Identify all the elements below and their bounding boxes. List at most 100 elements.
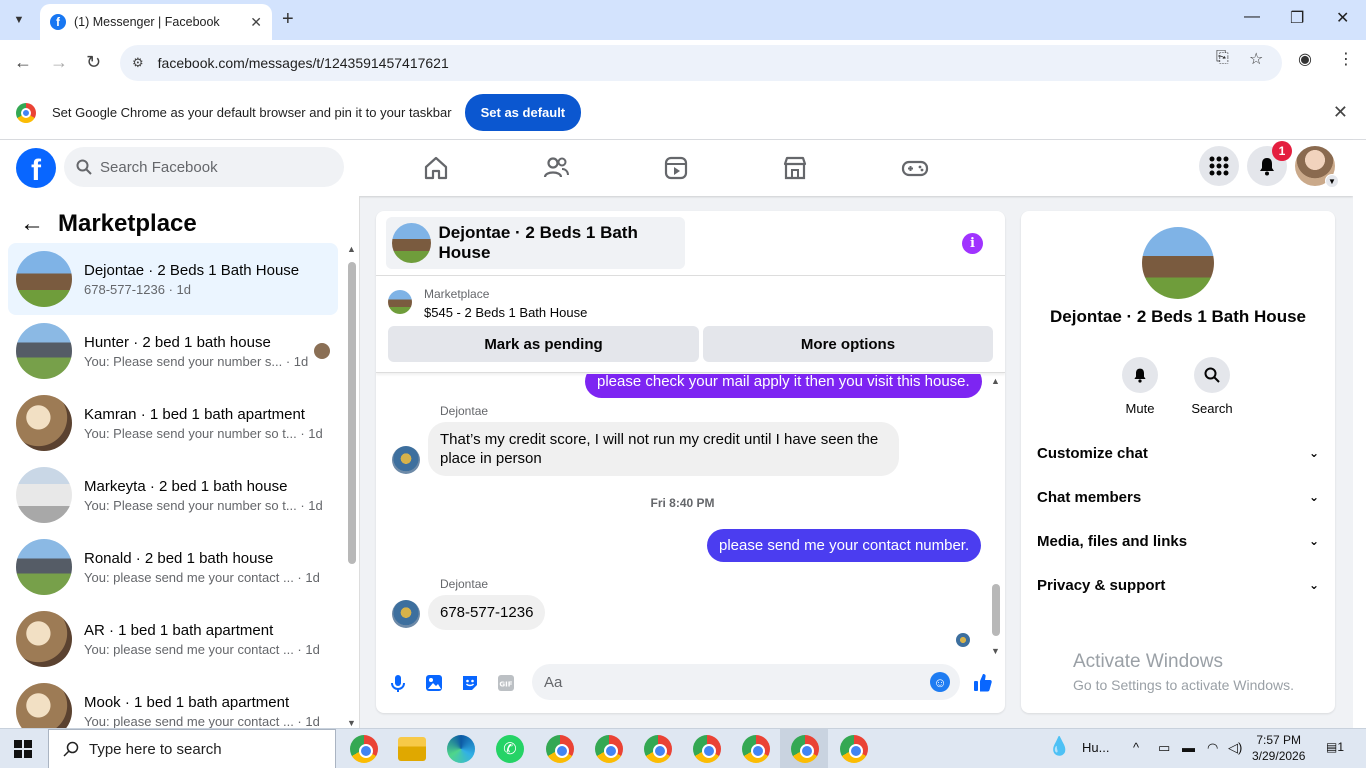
conversation-item[interactable]: Kamran · 1 bed 1 bath apartment You: Plea… [8, 387, 338, 459]
conversation-item[interactable]: Dejontae · 2 Beds 1 Bath House 678-577-12… [8, 243, 338, 315]
edge-icon[interactable] [447, 735, 475, 763]
chat-members-section[interactable]: Chat members ⌄ [1037, 475, 1319, 519]
chrome-taskbar-icon[interactable] [791, 735, 819, 763]
infobar-close-icon[interactable]: ✕ [1333, 102, 1348, 123]
sender-avatar[interactable] [392, 446, 420, 474]
outgoing-message[interactable]: please check your mail apply it then you… [585, 374, 982, 398]
customize-chat-section[interactable]: Customize chat ⌄ [1037, 431, 1319, 475]
chrome-taskbar-icon[interactable] [840, 735, 868, 763]
facebook-search-input[interactable]: Search Facebook [64, 147, 344, 187]
conversation-item[interactable]: Hunter · 2 bed 1 bath house You: Please s… [8, 315, 338, 387]
device-icon[interactable]: ▭ [1158, 740, 1170, 756]
conversation-name: Hunter · 2 bed 1 bath house [84, 333, 271, 351]
taskbar-search-input[interactable]: Type here to search [48, 729, 336, 768]
weather-icon[interactable]: 💧 [1048, 736, 1070, 757]
chrome-taskbar-icon[interactable] [546, 735, 574, 763]
page-scrollbar[interactable] [1353, 140, 1366, 728]
facebook-logo-icon[interactable]: f [16, 148, 56, 188]
message-input[interactable]: Aa ☺ [532, 664, 960, 700]
photo-icon[interactable] [424, 673, 444, 693]
forward-button[interactable]: → [50, 52, 68, 73]
site-info-icon[interactable]: ⚙ [132, 55, 144, 71]
scroll-down-icon[interactable]: ▼ [991, 646, 1000, 656]
conversation-preview: You: please send me your contact ... · 1… [84, 713, 320, 729]
media-files-links-section[interactable]: Media, files and links ⌄ [1037, 519, 1319, 563]
window-close-button[interactable]: ✕ [1336, 8, 1349, 28]
back-button[interactable]: ← [14, 52, 32, 73]
marketplace-icon[interactable] [781, 154, 809, 182]
weather-text[interactable]: Hu... [1082, 740, 1109, 755]
scrollbar-thumb[interactable] [348, 262, 356, 564]
tab-close-icon[interactable]: ✕ [250, 14, 262, 31]
chrome-taskbar-icon[interactable] [742, 735, 770, 763]
browser-tab[interactable]: f (1) Messenger | Facebook ✕ [40, 4, 272, 40]
menu-grid-button[interactable] [1199, 146, 1239, 186]
show-hidden-icons-icon[interactable]: ^ [1133, 740, 1139, 755]
home-icon[interactable] [422, 154, 450, 182]
install-app-icon[interactable]: ⎘ [1216, 49, 1229, 67]
video-icon[interactable] [662, 154, 690, 182]
chat-header[interactable]: Dejontae · 2 Beds 1 Bath House [386, 217, 685, 269]
conversation-item[interactable]: Mook · 1 bed 1 bath apartment You: please… [8, 675, 338, 728]
volume-icon[interactable]: ◁) [1228, 740, 1242, 756]
chat-scrollbar[interactable]: ▲ ▼ [989, 374, 1001, 656]
chrome-menu-icon[interactable]: ⋮ [1338, 49, 1354, 69]
mute-button[interactable]: Mute [1110, 357, 1170, 416]
account-avatar[interactable]: ▼ [1295, 146, 1339, 188]
taskbar-clock[interactable]: 7:57 PM 3/29/2026 [1252, 732, 1305, 764]
conversation-item[interactable]: Ronald · 2 bed 1 bath house You: please s… [8, 531, 338, 603]
gif-icon[interactable]: GIF [496, 673, 516, 693]
emoji-icon[interactable]: ☺ [930, 672, 950, 692]
listing-price[interactable]: $545 - 2 Beds 1 Bath House [424, 305, 587, 320]
info-icon[interactable]: i [962, 233, 983, 254]
search-conversation-button[interactable]: Search [1182, 357, 1242, 416]
incoming-message[interactable]: 678-577-1236 [428, 595, 546, 630]
friends-icon[interactable] [542, 154, 570, 182]
windows-start-icon[interactable] [14, 740, 32, 758]
microphone-icon[interactable] [388, 673, 408, 693]
thumbs-up-icon[interactable] [972, 671, 994, 693]
default-browser-infobar: Set Google Chrome as your default browse… [0, 86, 1366, 140]
wifi-icon[interactable]: ◠ [1207, 740, 1218, 756]
incoming-message[interactable]: That’s my credit score, I will not run m… [428, 422, 899, 476]
conversation-item[interactable]: Markeyta · 2 bed 1 bath house You: Please… [8, 459, 338, 531]
chevron-down-icon: ⌄ [1308, 534, 1319, 548]
restore-button[interactable]: ❐ [1290, 8, 1304, 28]
outgoing-message[interactable]: please send me your contact number. [707, 529, 982, 562]
scroll-up-icon[interactable]: ▲ [991, 376, 1000, 386]
set-as-default-button[interactable]: Set as default [464, 94, 582, 131]
url-text[interactable]: facebook.com/messages/t/1243591457417621 [158, 55, 449, 71]
listing-thumbnail [16, 251, 72, 307]
back-arrow-icon[interactable]: ← [20, 210, 44, 238]
scroll-up-icon[interactable]: ▲ [347, 244, 356, 254]
more-options-button[interactable]: More options [703, 326, 993, 362]
privacy-support-section[interactable]: Privacy & support ⌄ [1037, 563, 1319, 607]
chrome-taskbar-icon[interactable] [693, 735, 721, 763]
reload-button[interactable]: ↻ [86, 52, 101, 73]
listing-thumbnail [1142, 227, 1214, 299]
sender-avatar[interactable] [392, 600, 420, 628]
new-tab-button[interactable]: + [282, 8, 294, 31]
file-explorer-icon[interactable] [398, 737, 426, 761]
whatsapp-icon[interactable]: ✆ [496, 735, 524, 763]
sticker-icon[interactable] [460, 673, 480, 693]
message-sender: Dejontae [440, 577, 489, 591]
mark-as-pending-button[interactable]: Mark as pending [388, 326, 699, 362]
gaming-icon[interactable] [901, 154, 929, 182]
bookmark-star-icon[interactable]: ☆ [1249, 49, 1263, 69]
omnibox[interactable]: ⚙ facebook.com/messages/t/12435914574176… [120, 45, 1282, 81]
scroll-down-icon[interactable]: ▼ [347, 718, 356, 728]
tab-search-button[interactable]: ▼ [8, 9, 30, 31]
minimize-button[interactable]: — [1244, 8, 1260, 26]
profile-icon[interactable]: ◉ [1298, 49, 1312, 69]
chrome-taskbar-icon[interactable] [644, 735, 672, 763]
seen-avatar [314, 343, 330, 359]
sidebar-scrollbar[interactable]: ▲ ▼ [345, 244, 357, 728]
details-title: Dejontae · 2 Beds 1 Bath House [1049, 307, 1306, 326]
chrome-taskbar-icon[interactable] [595, 735, 623, 763]
battery-icon[interactable]: ▬ [1182, 740, 1195, 755]
scrollbar-thumb[interactable] [992, 584, 1000, 636]
notification-center-icon[interactable]: ▤1 [1326, 740, 1344, 754]
chrome-taskbar-icon[interactable] [350, 735, 378, 763]
conversation-item[interactable]: AR · 1 bed 1 bath apartment You: please s… [8, 603, 338, 675]
